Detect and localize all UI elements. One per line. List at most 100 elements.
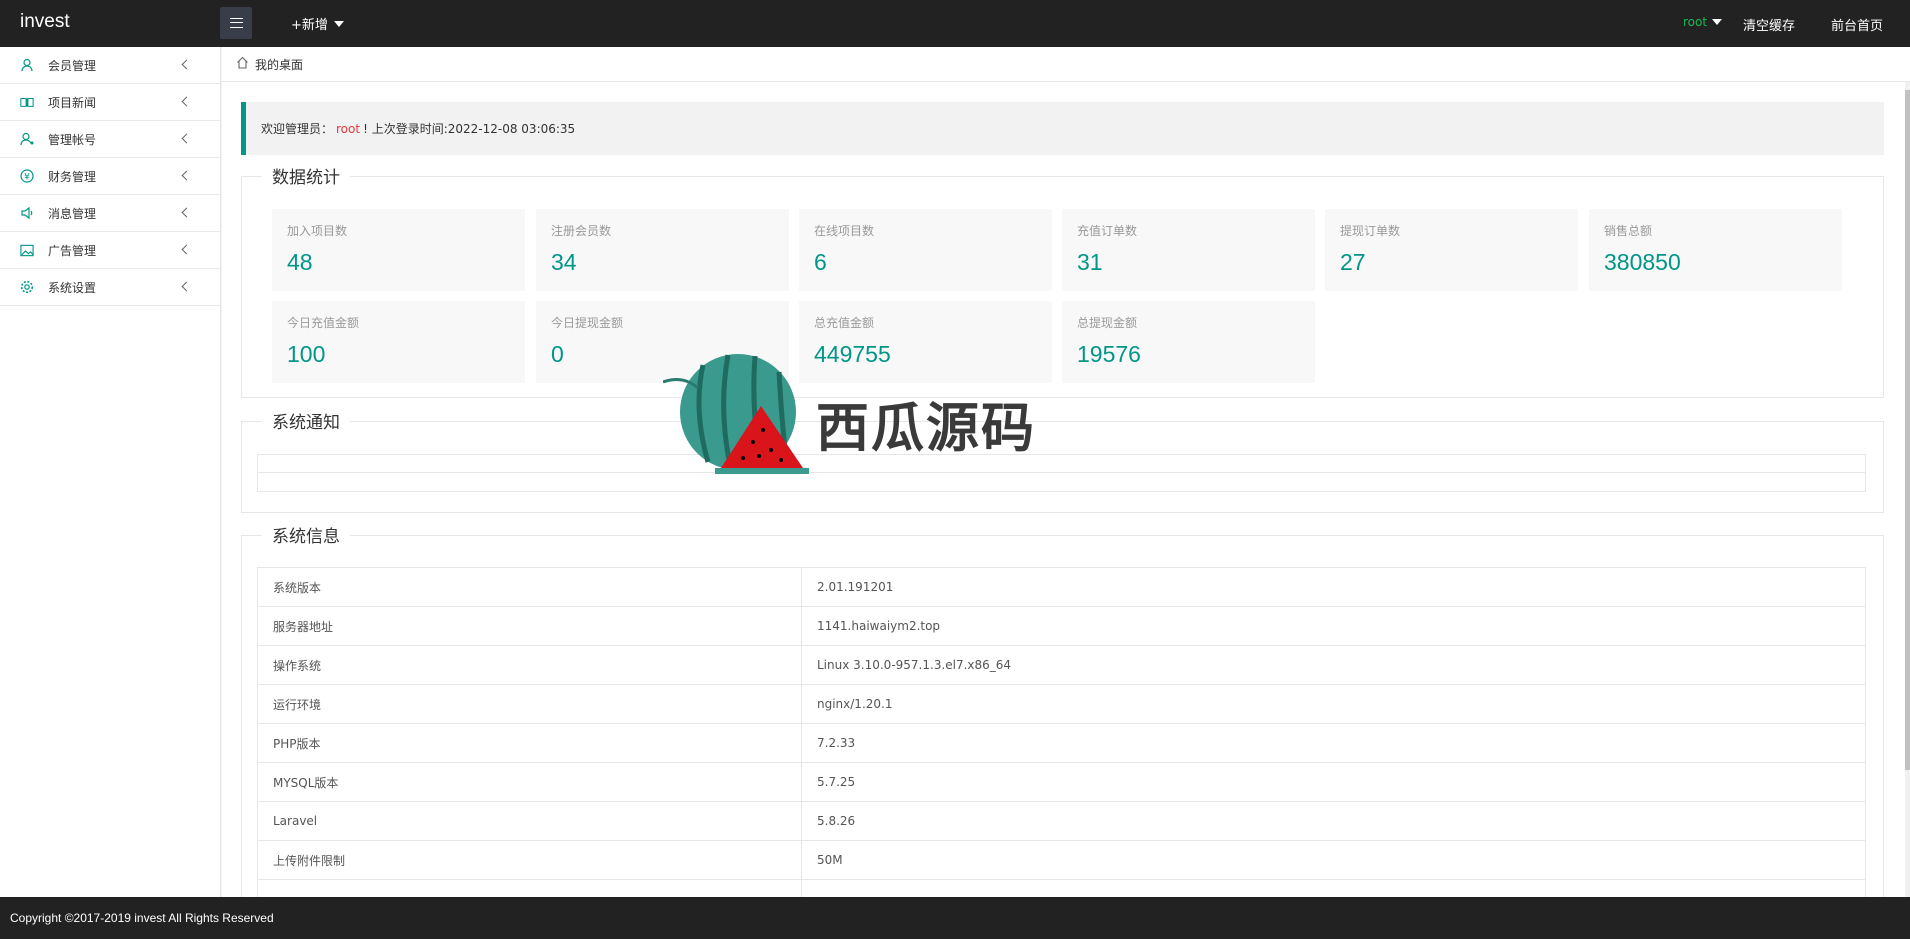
stat-label: 销售总额 — [1604, 224, 1653, 238]
stat-label: 提现订单数 — [1340, 224, 1401, 238]
table-row: 服务器地址 1141.haiwaiym2.top — [257, 606, 1866, 646]
chevron-left-icon — [181, 244, 192, 255]
info-value: 5.8.26 — [801, 801, 1866, 841]
menu-icon — [229, 18, 243, 28]
sidebar-item-label: 管理帐号 — [48, 132, 97, 147]
breadcrumb-tab-desktop[interactable]: 我的桌面 — [255, 56, 303, 73]
front-home-link[interactable]: 前台首页 — [1831, 15, 1883, 34]
sidebar-item-label: 项目新闻 — [48, 95, 97, 110]
copyright-text: Copyright ©2017-2019 invest All Rights R… — [10, 911, 274, 925]
caret-down-icon — [1712, 19, 1723, 25]
info-value: 1141.haiwaiym2.top — [801, 606, 1866, 646]
stat-card[interactable]: 加入项目数 48 — [272, 209, 525, 291]
chevron-left-icon — [181, 281, 192, 292]
sidebar-item-label: 系统设置 — [48, 280, 97, 295]
user-name: root — [1683, 15, 1708, 29]
stat-card[interactable]: 在线项目数 6 — [799, 209, 1052, 291]
user-icon — [20, 58, 34, 72]
stat-value: 27 — [1340, 249, 1366, 275]
info-key: 服务器地址 — [257, 606, 802, 646]
main-content: 欢迎管理员： root ! 上次登录时间:2022-12-08 03:06:35… — [222, 82, 1905, 897]
home-icon — [236, 56, 249, 72]
info-key: PHP版本 — [257, 723, 802, 763]
stat-value: 100 — [287, 341, 326, 367]
table-row: 上传附件限制 50M — [257, 840, 1866, 880]
breadcrumb: 我的桌面 — [222, 47, 1910, 82]
stat-card[interactable]: 注册会员数 34 — [536, 209, 789, 291]
clear-cache-link[interactable]: 清空缓存 — [1743, 15, 1795, 34]
sidebar-toggle-button[interactable] — [220, 7, 252, 39]
info-value: 2.01.191201 — [801, 567, 1866, 607]
stat-card[interactable]: 充值订单数 31 — [1062, 209, 1315, 291]
info-value: 7.2.33 — [801, 723, 1866, 763]
stat-label: 总提现金额 — [1077, 316, 1138, 330]
sidebar-item-messages[interactable]: 消息管理 — [0, 195, 220, 232]
caret-down-icon — [333, 20, 344, 27]
stat-value: 6 — [814, 249, 827, 275]
stat-value: 380850 — [1604, 249, 1681, 275]
notice-title: 系统通知 — [262, 408, 350, 433]
table-row — [257, 879, 1866, 897]
content-scrollbar[interactable] — [1905, 82, 1910, 897]
stat-label: 总充值金额 — [814, 316, 875, 330]
info-key: 系统版本 — [257, 567, 802, 607]
sidebar-item-label: 财务管理 — [48, 169, 97, 184]
stat-value: 19576 — [1077, 341, 1141, 367]
user-dropdown[interactable]: root — [1683, 15, 1723, 29]
table-row: 操作系统 Linux 3.10.0-957.1.3.el7.x86_64 — [257, 645, 1866, 685]
sidebar-item-members[interactable]: 会员管理 — [0, 47, 220, 84]
sidebar-item-news[interactable]: 项目新闻 — [0, 84, 220, 121]
scrollbar-thumb[interactable] — [1905, 90, 1910, 770]
image-icon — [20, 243, 34, 257]
welcome-banner: 欢迎管理员： root ! 上次登录时间:2022-12-08 03:06:35 — [241, 102, 1884, 155]
sysinfo-title: 系统信息 — [262, 522, 350, 547]
sidebar-item-ads[interactable]: 广告管理 — [0, 232, 220, 269]
sidebar-item-label: 消息管理 — [48, 206, 97, 221]
sidebar-item-admin-accounts[interactable]: 管理帐号 — [0, 121, 220, 158]
app-logo[interactable]: invest — [20, 11, 70, 33]
stat-label: 今日提现金额 — [551, 316, 624, 330]
sysinfo-panel: 系统信息 系统版本 2.01.191201 服务器地址 1141.haiwaiym2… — [241, 522, 1884, 897]
sidebar-item-settings[interactable]: 系统设置 — [0, 269, 220, 306]
stat-card[interactable]: 总提现金额 19576 — [1062, 301, 1315, 383]
info-key: 上传附件限制 — [257, 840, 802, 880]
stats-title: 数据统计 — [262, 163, 350, 188]
sidebar-item-label: 广告管理 — [48, 243, 97, 258]
watermark: 西瓜源码 — [662, 350, 1043, 480]
stat-label: 加入项目数 — [287, 224, 348, 238]
info-value: 5.7.25 — [801, 762, 1866, 802]
chevron-left-icon — [181, 170, 192, 181]
sidebar-item-finance[interactable]: ¥ 财务管理 — [0, 158, 220, 195]
table-row: Laravel 5.8.26 — [257, 801, 1866, 841]
info-key: MYSQL版本 — [257, 762, 802, 802]
stat-value: 48 — [287, 249, 313, 275]
stat-label: 在线项目数 — [814, 224, 875, 238]
stat-value: 0 — [551, 341, 564, 367]
info-value: nginx/1.20.1 — [801, 684, 1866, 724]
finance-icon: ¥ — [20, 169, 34, 183]
table-row: MYSQL版本 5.7.25 — [257, 762, 1866, 802]
stats-panel: 数据统计 加入项目数 48 注册会员数 34 在线项目数 6 充值订单数 31 … — [241, 163, 1884, 398]
chevron-left-icon — [181, 96, 192, 107]
sidebar: 会员管理 项目新闻 管理帐号 ¥ 财务管理 消息管理 广告管理 系统设置 — [0, 47, 221, 897]
notice-list — [257, 454, 1866, 492]
watermelon-logo-icon — [662, 354, 809, 474]
stat-card[interactable]: 今日充值金额 100 — [272, 301, 525, 383]
stat-value: 31 — [1077, 249, 1103, 275]
sysinfo-table: 系统版本 2.01.191201 服务器地址 1141.haiwaiym2.top … — [257, 567, 1866, 897]
book-icon — [20, 95, 34, 109]
info-key: Laravel — [257, 801, 802, 841]
stat-label: 充值订单数 — [1077, 224, 1138, 238]
welcome-prefix: 欢迎管理员： — [261, 122, 334, 136]
add-new-dropdown[interactable]: +新增 — [291, 14, 344, 33]
info-value: Linux 3.10.0-957.1.3.el7.x86_64 — [801, 645, 1866, 685]
stat-card[interactable]: 提现订单数 27 — [1325, 209, 1578, 291]
table-row: PHP版本 7.2.33 — [257, 723, 1866, 763]
stat-card[interactable]: 销售总额 380850 — [1589, 209, 1842, 291]
stat-value: 34 — [551, 249, 577, 275]
info-key: 操作系统 — [257, 645, 802, 685]
chevron-left-icon — [181, 207, 192, 218]
sidebar-item-label: 会员管理 — [48, 58, 97, 73]
footer: Copyright ©2017-2019 invest All Rights R… — [0, 897, 1910, 939]
table-row: 系统版本 2.01.191201 — [257, 567, 1866, 607]
